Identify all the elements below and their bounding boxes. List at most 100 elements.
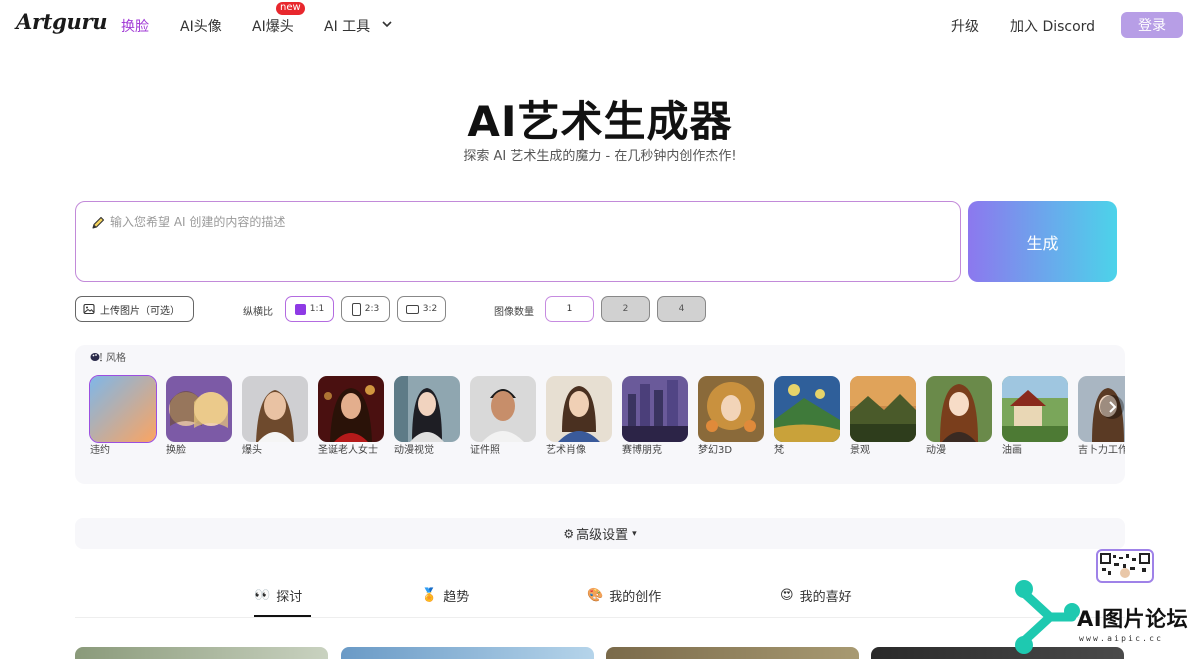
new-badge: new — [276, 2, 305, 15]
heart-eyes-icon: 😍 — [780, 588, 794, 603]
ratio-label: 1:1 — [309, 304, 325, 314]
chevron-down-icon: ▾ — [632, 528, 637, 539]
gallery-card[interactable] — [75, 647, 328, 659]
style-thumbnail — [89, 375, 157, 443]
style-thumbnail — [850, 376, 916, 442]
page-title: AI艺术生成器 — [467, 97, 733, 146]
eyes-icon: 👀 — [254, 588, 271, 603]
style-item-face-swap[interactable]: 换脸 — [166, 376, 232, 457]
style-item-label: 梵 — [774, 445, 784, 456]
upload-image-label: 上传图片（可选） — [100, 305, 180, 317]
portrait-icon — [351, 302, 361, 316]
count-4-button[interactable]: 4 — [657, 296, 706, 322]
nav-item-ai-tools[interactable]: AI 工具 — [324, 16, 370, 36]
style-item-label: 圣诞老人女士 — [318, 445, 378, 456]
ratio-2-3-button[interactable]: 2:3 — [341, 296, 390, 322]
watermark: AI图片论坛 www.aipic.cc — [1000, 575, 1200, 659]
tab-trending[interactable]: 🏅 趋势 — [421, 586, 469, 605]
style-item-label: 吉卜力工作室 — [1078, 445, 1125, 456]
page-subtitle: 探索 AI 艺术生成的魔力 - 在几秒钟内创作杰作! — [463, 149, 737, 164]
style-item-anime-visual[interactable]: 动漫视觉 — [394, 376, 460, 457]
advanced-settings-toggle[interactable]: ⚙ 高级设置 ▾ — [75, 518, 1125, 549]
tab-label: 趋势 — [443, 590, 470, 605]
nav-item-ai-headshot[interactable]: AI爆头 — [252, 16, 294, 36]
watermark-url: www.aipic.cc — [1079, 634, 1164, 643]
style-item-cyberpunk[interactable]: 赛博朋克 — [622, 376, 688, 457]
style-item-label: 艺术肖像 — [546, 445, 586, 456]
prompt-box — [75, 201, 961, 282]
tab-label: 我的创作 — [609, 590, 662, 605]
style-item-landscape[interactable]: 景观 — [850, 376, 916, 457]
nav-item-ai-avatar[interactable]: AI头像 — [180, 16, 222, 36]
style-thumbnail — [166, 376, 232, 442]
landscape-icon — [405, 304, 419, 314]
style-thumbnail — [698, 376, 764, 442]
ratio-3-2-button[interactable]: 3:2 — [397, 296, 446, 322]
palette-icon — [90, 352, 102, 361]
ratio-1-1-button[interactable]: 1:1 — [285, 296, 334, 322]
image-icon — [83, 303, 95, 315]
style-item-label: 爆头 — [242, 445, 262, 456]
gallery-card[interactable] — [606, 647, 859, 659]
style-panel: 风格 违约 换脸 爆头 圣诞老人女士 动漫视觉 证件照 艺术肖像 赛博朋克 梦幻… — [75, 345, 1125, 484]
style-header: 风格 — [90, 349, 126, 364]
upload-image-button[interactable]: 上传图片（可选） — [75, 296, 194, 322]
style-item-label: 违约 — [90, 445, 110, 456]
watermark-logo-icon — [1015, 580, 1080, 654]
style-item-label: 景观 — [850, 445, 870, 456]
ratio-label: 2:3 — [364, 304, 380, 314]
advanced-settings-label: 高级设置 — [576, 528, 629, 543]
style-thumbnail — [926, 376, 992, 442]
style-item-anime[interactable]: 动漫 — [926, 376, 992, 457]
tab-my-favorites[interactable]: 😍 我的喜好 — [780, 586, 852, 605]
style-item-headshot[interactable]: 爆头 — [242, 376, 308, 457]
square-icon — [294, 303, 306, 315]
style-item-default[interactable]: 违约 — [89, 375, 157, 457]
tabs-divider — [75, 617, 1125, 618]
ratio-label: 3:2 — [422, 304, 438, 314]
tab-my-creations[interactable]: 🎨 我的创作 — [587, 586, 661, 605]
style-item-van-gogh[interactable]: 梵 — [774, 376, 840, 457]
artguru-logo[interactable]: Artguru — [16, 9, 108, 34]
style-item-mrs-claus[interactable]: 圣诞老人女士 — [318, 376, 384, 457]
image-count-label: 图像数量 — [494, 307, 534, 318]
count-1-button[interactable]: 1 — [545, 296, 594, 322]
medal-icon: 🏅 — [421, 588, 438, 603]
style-thumbnail — [242, 376, 308, 442]
top-navigation: Artguru 换脸 AI头像 AI爆头 new AI 工具 升级 加入 Dis… — [0, 0, 1200, 50]
style-item-label: 证件照 — [470, 445, 500, 456]
style-item-label: 梦幻3D — [698, 445, 733, 456]
discord-link[interactable]: 加入 Discord — [1010, 16, 1095, 36]
style-item-label: 动漫视觉 — [394, 445, 434, 456]
style-thumbnail — [1002, 376, 1068, 442]
style-item-label: 换脸 — [166, 445, 186, 456]
prompt-input[interactable] — [110, 213, 940, 273]
style-thumbnail — [774, 376, 840, 442]
generate-button[interactable]: 生成 — [968, 201, 1117, 282]
gallery-card[interactable] — [341, 647, 594, 659]
style-item-art-portrait[interactable]: 艺术肖像 — [546, 376, 612, 457]
style-header-label: 风格 — [106, 353, 126, 364]
style-item-label: 动漫 — [926, 445, 946, 456]
chevron-down-icon[interactable] — [381, 18, 393, 30]
nav-item-face-swap[interactable]: 换脸 — [121, 16, 149, 36]
tab-label: 探讨 — [276, 590, 303, 605]
gear-icon: ⚙ — [563, 526, 575, 541]
style-item-fantasy-3d[interactable]: 梦幻3D — [698, 376, 764, 457]
tab-label: 我的喜好 — [799, 590, 852, 605]
style-thumbnail — [394, 376, 460, 442]
count-2-button[interactable]: 2 — [601, 296, 650, 322]
tab-explore[interactable]: 👀 探讨 — [254, 586, 302, 605]
pencil-icon — [92, 216, 105, 229]
style-thumbnail — [546, 376, 612, 442]
chevron-right-icon[interactable] — [1100, 395, 1124, 419]
style-item-label: 油画 — [1002, 445, 1022, 456]
style-item-id-photo[interactable]: 证件照 — [470, 376, 536, 457]
upgrade-link[interactable]: 升级 — [951, 16, 979, 36]
style-item-oil-painting[interactable]: 油画 — [1002, 376, 1068, 457]
style-item-label: 赛博朋克 — [622, 445, 662, 456]
watermark-text: AI图片论坛 — [1077, 607, 1189, 631]
style-thumbnail — [622, 376, 688, 442]
aspect-ratio-label: 纵横比 — [243, 307, 273, 318]
login-button[interactable]: 登录 — [1121, 12, 1183, 38]
